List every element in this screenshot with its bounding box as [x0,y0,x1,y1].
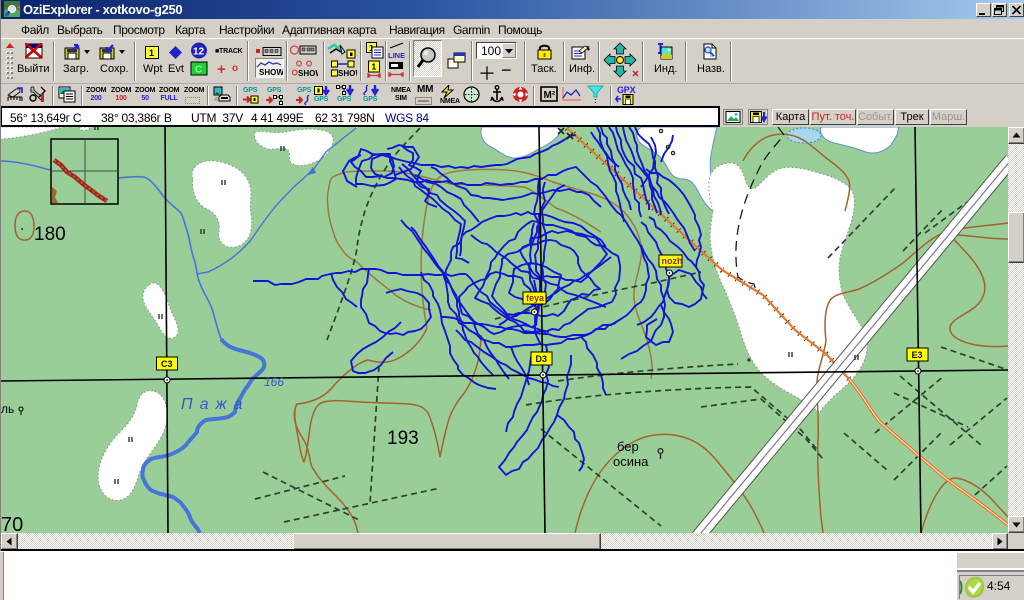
svg-text:180: 180 [34,224,66,245]
svg-text:166: 166 [264,375,284,389]
svg-text:M²: M² [544,90,556,101]
svg-text:1: 1 [372,62,377,72]
svg-text:ль: ль [1,402,14,416]
svg-text:feya: feya [526,293,545,303]
svg-text:SHOW: SHOW [338,69,357,78]
svg-text:70: 70 [1,514,23,533]
svg-text:193: 193 [387,428,419,449]
svg-text:C: C [195,65,202,76]
svg-text:C3: C3 [161,359,173,369]
svg-text:LINE: LINE [388,51,405,60]
svg-text:1: 1 [149,48,154,58]
svg-text:nozh: nozh [662,256,683,266]
svg-text:D3: D3 [536,354,548,364]
svg-text:бер: бер [617,439,639,454]
svg-text:SHOW: SHOW [298,69,318,78]
svg-text:SHOW: SHOW [259,68,283,77]
svg-text:12: 12 [193,47,205,58]
svg-text:E3: E3 [912,350,923,360]
svg-text:Пажа: Пажа [181,396,249,413]
svg-text:осина: осина [613,454,649,469]
